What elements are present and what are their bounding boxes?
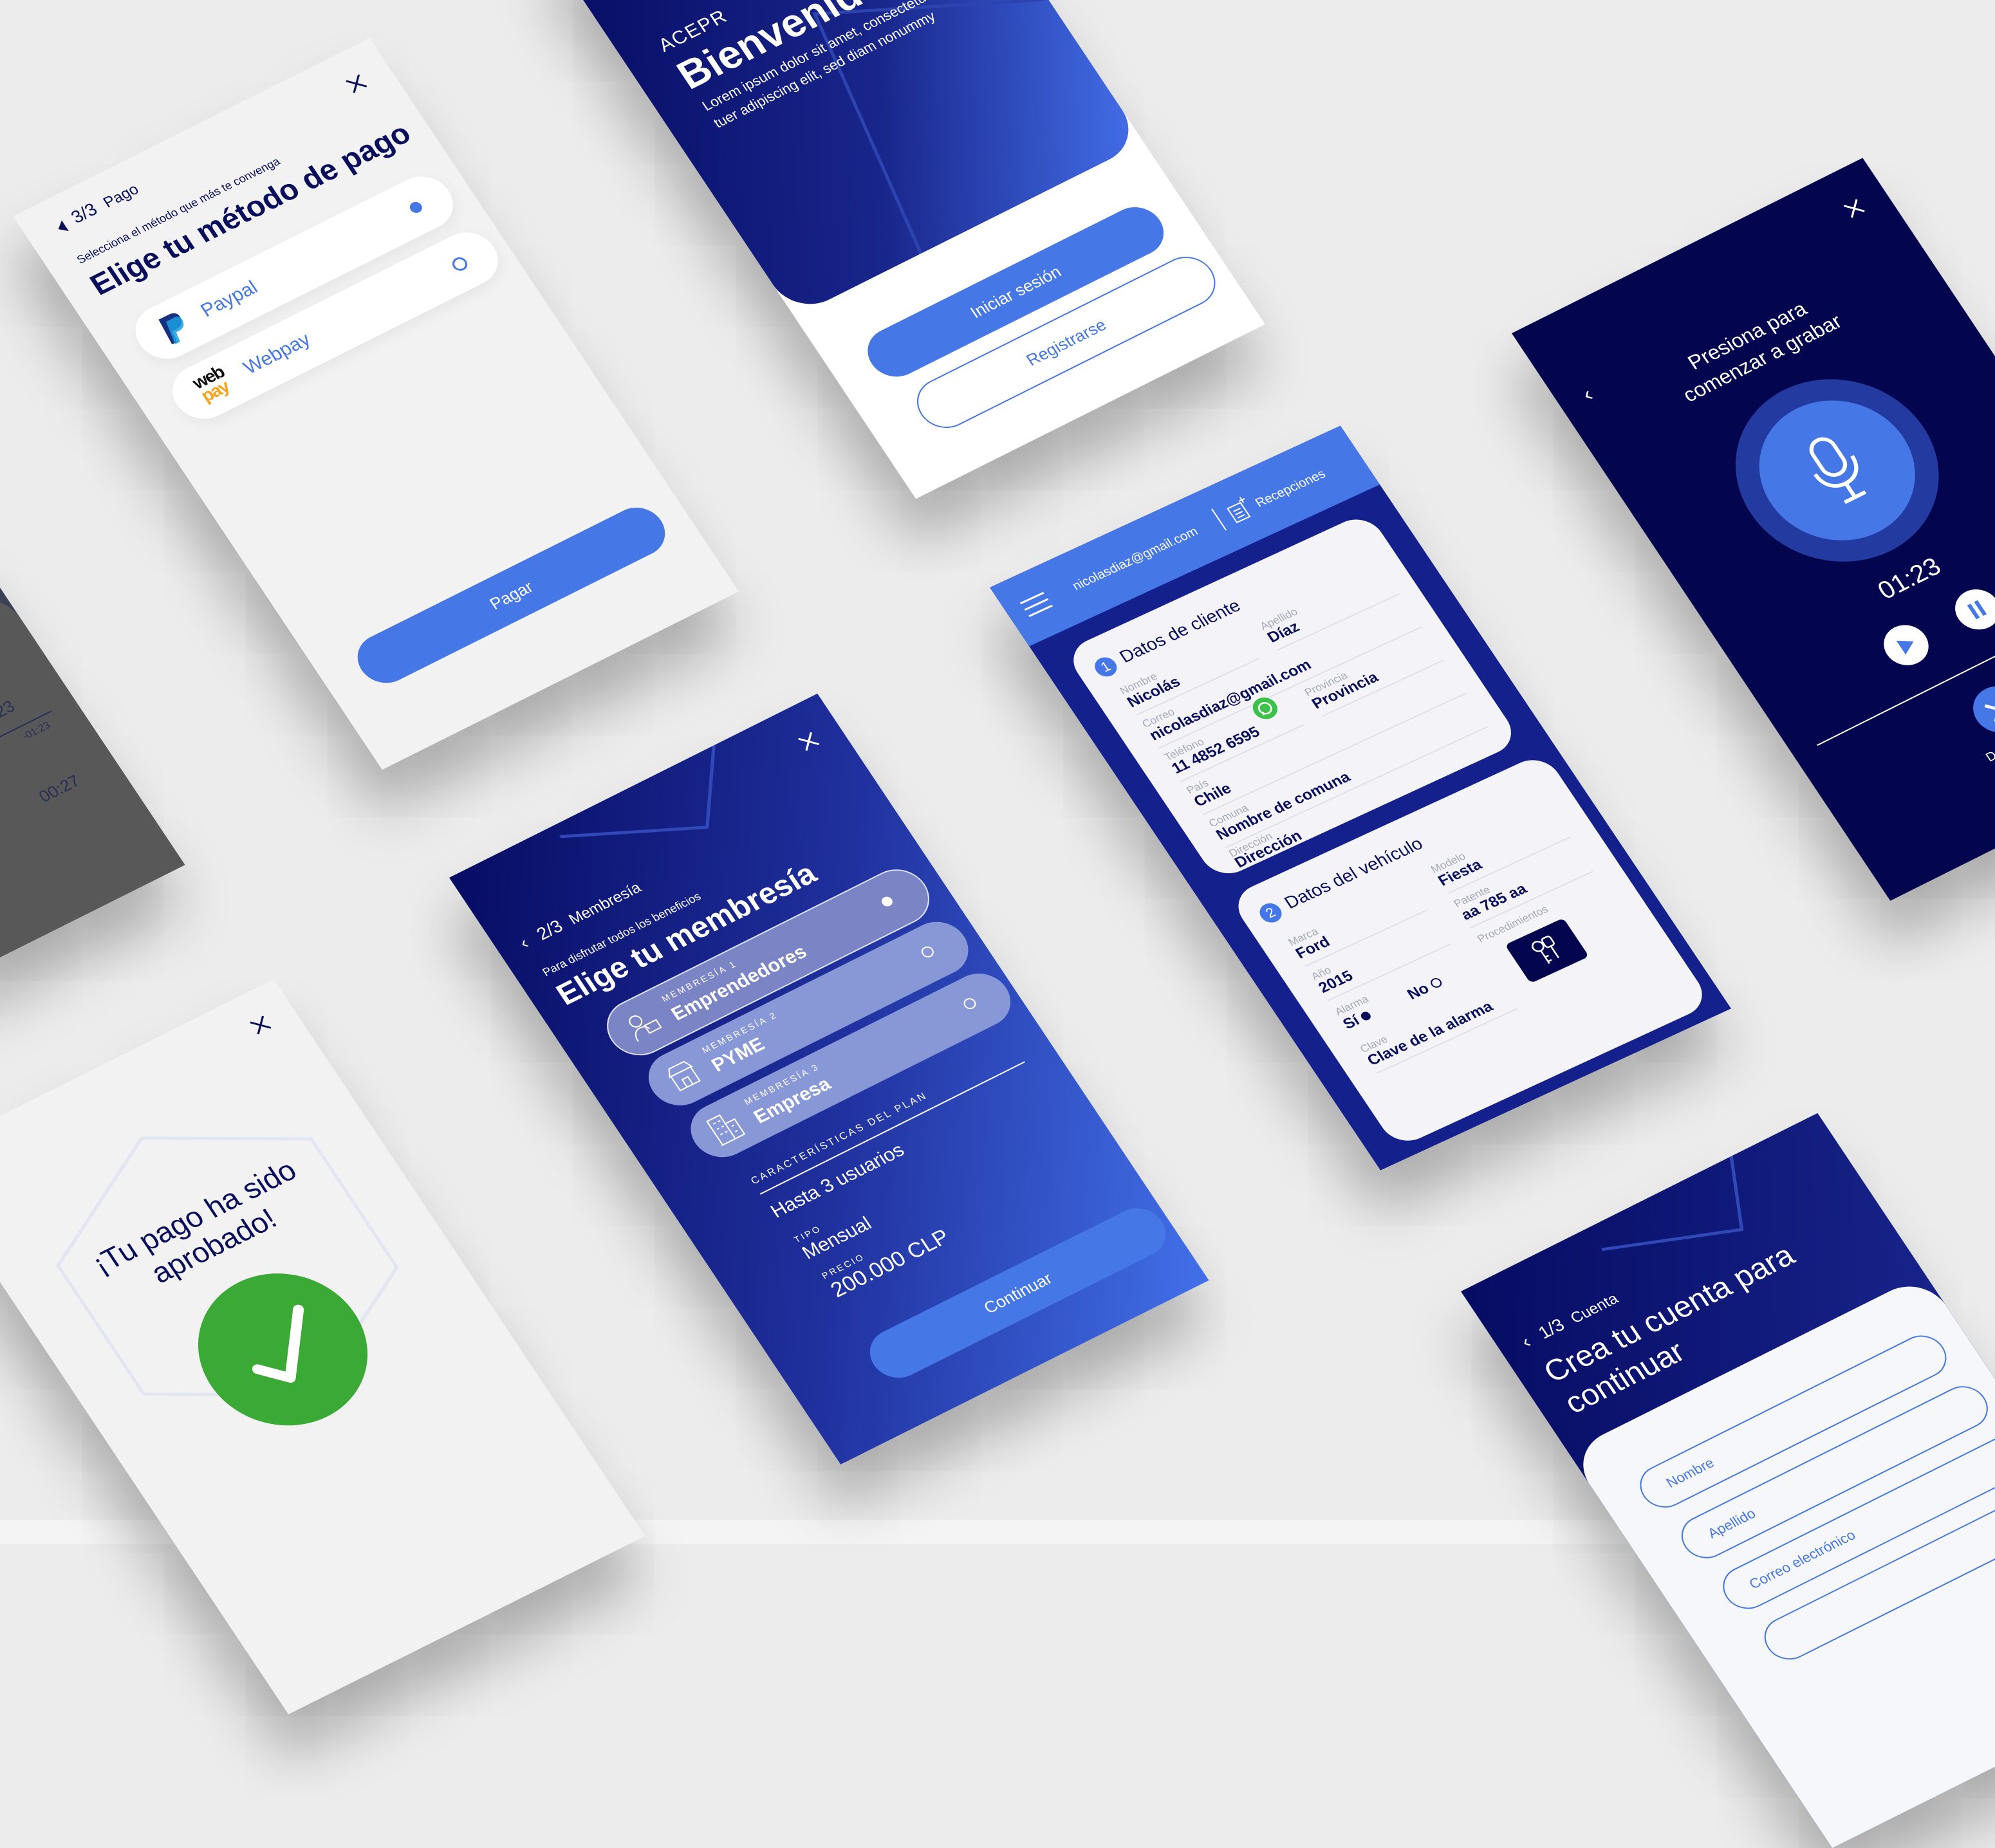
alarm-option-no[interactable]: No bbox=[1404, 974, 1446, 1004]
feature-text: Hasta 3 usuarios bbox=[767, 1140, 909, 1223]
discard-icon bbox=[1982, 694, 1995, 724]
membership-screen: ‹ 2/3 Membresía Para disfrutar todos los… bbox=[449, 694, 1209, 1465]
close-icon[interactable] bbox=[795, 729, 822, 753]
header-divider bbox=[1211, 508, 1227, 530]
payment-option-label: Webpay bbox=[239, 329, 315, 378]
play-button[interactable] bbox=[1875, 618, 1937, 672]
play-icon bbox=[1897, 634, 1920, 654]
back-icon[interactable]: ‹ bbox=[515, 933, 532, 953]
field-clave[interactable]: Clave de la alarma bbox=[1364, 998, 1497, 1069]
paypal-logo bbox=[154, 309, 196, 347]
radio-unselected[interactable] bbox=[919, 945, 936, 959]
step-indicator: 3/3 Pago bbox=[68, 179, 143, 228]
vehicle-card-title: Datos del vehículo bbox=[1281, 834, 1427, 913]
payment-screen: 3/3 Pago Selecciona el método que más te… bbox=[13, 38, 739, 770]
radio-unselected[interactable] bbox=[1429, 977, 1443, 990]
back-icon[interactable]: ‹ bbox=[1517, 1332, 1536, 1353]
building-icon bbox=[703, 1107, 748, 1147]
radio-selected[interactable] bbox=[407, 200, 424, 215]
new-reception-icon[interactable] bbox=[1223, 495, 1256, 524]
receptions-link[interactable]: Recepciones bbox=[1253, 467, 1329, 511]
step-number: 1/3 bbox=[1535, 1315, 1568, 1342]
step-name: Pago bbox=[100, 181, 142, 212]
step-number: 3/3 bbox=[68, 199, 101, 227]
radio-unselected[interactable] bbox=[450, 255, 470, 273]
step-badge: 1 bbox=[1091, 654, 1121, 680]
step-badge: 2 bbox=[1256, 900, 1286, 926]
entrepreneur-icon bbox=[622, 1005, 665, 1043]
close-icon[interactable] bbox=[342, 71, 370, 96]
radio-unselected[interactable] bbox=[961, 996, 978, 1011]
discard-label: Descartar bbox=[1983, 728, 1995, 765]
radio-selected[interactable] bbox=[880, 895, 895, 908]
payment-option-label: Paypal bbox=[197, 277, 262, 322]
header-email: nicolasdiaz@gmail.com bbox=[1070, 524, 1201, 593]
step-number: 2/3 bbox=[533, 916, 566, 944]
pause-icon bbox=[1967, 599, 1989, 619]
webpay-logo: web pay bbox=[190, 364, 235, 404]
payment-success-screen: ¡Tu pago ha sido aprobado! bbox=[0, 979, 645, 1714]
microphone-icon bbox=[1793, 427, 1882, 514]
alarm-no-label: No bbox=[1404, 980, 1433, 1003]
continue-button[interactable]: Continuar bbox=[860, 1199, 1176, 1386]
back-icon[interactable] bbox=[55, 220, 70, 235]
player-card bbox=[0, 587, 185, 1044]
close-icon[interactable] bbox=[246, 1013, 274, 1037]
welcome-screen: ACEPR Bienvenido Lorem ipsum dolor sit a… bbox=[544, 0, 1265, 499]
pay-button[interactable]: Pagar bbox=[348, 499, 675, 692]
discard-button[interactable] bbox=[1963, 678, 1995, 741]
hamburger-menu-icon[interactable] bbox=[1019, 591, 1053, 618]
radio-selected[interactable] bbox=[1359, 1010, 1373, 1022]
store-icon bbox=[662, 1057, 705, 1095]
checkmark-icon bbox=[218, 1292, 348, 1407]
close-icon[interactable] bbox=[1841, 196, 1868, 221]
client-card-title: Datos de cliente bbox=[1116, 596, 1245, 667]
account-screen: ‹ 1/3 Cuenta Crea tu cuenta para continu… bbox=[1461, 1113, 1995, 1848]
reception-screen: nicolasdiaz@gmail.com Recepciones 1 Dato… bbox=[990, 426, 1731, 1170]
header-decoration bbox=[553, 739, 768, 890]
keys-icon bbox=[1526, 932, 1567, 969]
pause-button[interactable] bbox=[1947, 582, 1995, 636]
